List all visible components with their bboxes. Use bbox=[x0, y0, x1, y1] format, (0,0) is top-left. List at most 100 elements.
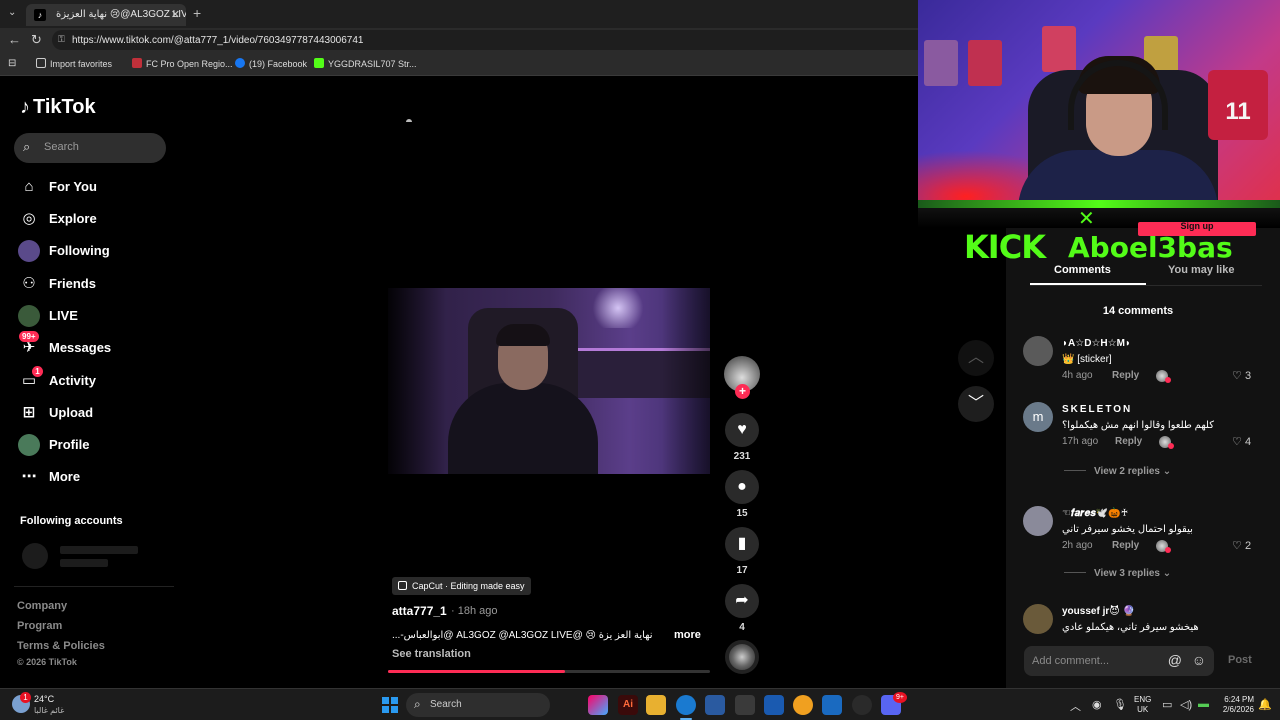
bookmark-label: FC Pro Open Regio... bbox=[146, 59, 233, 69]
taskbar-search[interactable]: ⌕ Search bbox=[406, 693, 550, 717]
nav-live[interactable]: LIVE bbox=[18, 305, 168, 329]
bookmark-fc-pro[interactable]: FC Pro Open Regio... bbox=[132, 58, 233, 69]
bookmark-facebook[interactable]: (19) Facebook bbox=[235, 58, 307, 69]
url-text: https://www.tiktok.com/@atta777_1/video/… bbox=[72, 35, 364, 46]
copilot-icon[interactable] bbox=[588, 695, 608, 715]
search-input[interactable]: ⌕ Search bbox=[14, 133, 166, 163]
capcut-badge[interactable]: CapCut · Editing made easy bbox=[392, 577, 531, 595]
comment-like-button[interactable]: ♡ 2 bbox=[1232, 539, 1251, 552]
view-replies-button[interactable]: View 3 replies ⌄ bbox=[1064, 568, 1171, 579]
tab-title: نهاية العزيزة 😢@AL3GOZ LIVE@ bbox=[56, 9, 186, 20]
comment-author[interactable]: youssef jr😈 🔮 bbox=[1062, 606, 1135, 617]
comment-avatar[interactable] bbox=[1023, 506, 1053, 536]
previous-video-button[interactable]: ︿ bbox=[958, 340, 994, 376]
like-button[interactable]: ♥ bbox=[725, 413, 759, 447]
battery-icon[interactable]: ▬ bbox=[1198, 698, 1209, 710]
nav-activity[interactable]: ▭ 1 Activity bbox=[18, 366, 168, 394]
view-replies-label: View 2 replies bbox=[1094, 466, 1160, 477]
comment-text: هيخشو سيرفر تاني، هيكملو عادي bbox=[1062, 622, 1199, 633]
tiktok-logo[interactable]: ♪ TikTok bbox=[20, 96, 96, 119]
reading-mode-icon[interactable]: ⊟ bbox=[8, 58, 16, 69]
comment-author[interactable]: SKELETON bbox=[1062, 404, 1132, 415]
footer-terms[interactable]: Terms & Policies bbox=[17, 640, 105, 652]
save-button[interactable]: ▮ bbox=[725, 527, 759, 561]
video-author[interactable]: atta777_1 bbox=[392, 604, 447, 618]
site-info-icon[interactable]: ⚿ bbox=[58, 34, 65, 45]
comment-like-button[interactable]: ♡ 3 bbox=[1232, 369, 1251, 382]
refresh-icon[interactable]: ↻ bbox=[31, 32, 42, 48]
comment-avatar[interactable]: m bbox=[1023, 402, 1053, 432]
address-bar[interactable]: ⚿ https://www.tiktok.com/@atta777_1/vide… bbox=[52, 30, 932, 50]
back-icon[interactable]: ← bbox=[8, 32, 21, 47]
tray-overflow-icon[interactable]: ︿ bbox=[1070, 698, 1081, 714]
nav-upload[interactable]: ⊞ Upload bbox=[18, 402, 168, 426]
add-comment-input[interactable]: Add comment... @ ☺ bbox=[1024, 646, 1214, 676]
video-progress-fill bbox=[388, 670, 566, 673]
nav-following[interactable]: Following bbox=[18, 240, 168, 264]
tab-comments[interactable]: Comments bbox=[1054, 264, 1111, 276]
network-icon[interactable]: ▭ bbox=[1162, 698, 1172, 711]
follow-plus-icon[interactable]: + bbox=[735, 384, 750, 399]
app-blue-icon[interactable] bbox=[764, 695, 784, 715]
video-progress-bar[interactable] bbox=[388, 670, 710, 673]
next-video-button[interactable]: ﹀ bbox=[958, 386, 994, 422]
kick-username: Aboel3bas bbox=[1068, 231, 1233, 264]
browser-tab[interactable]: ♪ نهاية العزيزة 😢@AL3GOZ LIVE@ ✕ bbox=[26, 4, 186, 26]
footer-program[interactable]: Program bbox=[17, 620, 62, 632]
live-icon bbox=[18, 305, 40, 327]
reply-button[interactable]: Reply bbox=[1112, 540, 1139, 551]
caption-more-link[interactable]: more bbox=[674, 629, 701, 641]
reply-button[interactable]: Reply bbox=[1112, 370, 1139, 381]
tab-actions-icon[interactable]: ⌄ bbox=[8, 7, 16, 18]
store-icon[interactable] bbox=[705, 695, 725, 715]
capcut-label: CapCut · Editing made easy bbox=[412, 581, 525, 591]
comment-avatar[interactable] bbox=[1023, 604, 1053, 634]
nav-more[interactable]: ⋯ More bbox=[18, 466, 168, 490]
comment-like-button[interactable]: ♡ 4 bbox=[1232, 435, 1251, 448]
obs-icon[interactable] bbox=[852, 695, 872, 715]
video-frame[interactable] bbox=[388, 288, 710, 474]
view-replies-button[interactable]: View 2 replies ⌄ bbox=[1064, 466, 1171, 477]
post-comment-button[interactable]: Post bbox=[1228, 654, 1252, 666]
see-translation-link[interactable]: See translation bbox=[392, 648, 471, 660]
facebook-icon bbox=[235, 58, 245, 68]
creator-liked-avatar bbox=[1156, 540, 1171, 553]
windows-start-icon[interactable] bbox=[382, 697, 398, 713]
nav-friends[interactable]: ⚇ Friends bbox=[18, 273, 168, 297]
taskbar-clock[interactable]: 6:24 PM 2/6/2026 bbox=[1214, 695, 1254, 715]
microphone-icon[interactable]: 🎙 bbox=[1113, 698, 1127, 711]
tab-you-may-like[interactable]: You may like bbox=[1168, 264, 1234, 276]
notification-bell-icon[interactable]: 🔔 bbox=[1258, 698, 1272, 711]
comment-author[interactable]: ◗A☆D☆H☆M◗ bbox=[1062, 338, 1131, 349]
comment-like-count: 2 bbox=[1244, 540, 1252, 552]
comment-author[interactable]: ☜𝒇𝒂𝒓𝒆𝒔🕊️🎃♰ bbox=[1062, 508, 1128, 519]
nav-for-you[interactable]: ⌂ For You bbox=[18, 176, 168, 200]
footer-company[interactable]: Company bbox=[17, 600, 67, 612]
illustrator-icon[interactable]: Ai bbox=[618, 695, 638, 715]
tray-app-icon[interactable]: ◉ bbox=[1092, 698, 1102, 711]
nav-messages[interactable]: ✈ 99+ Messages bbox=[18, 331, 168, 361]
heart-outline-icon: ♡ bbox=[1232, 436, 1242, 448]
language-indicator[interactable]: ENG UK bbox=[1134, 695, 1151, 715]
emoji-icon[interactable]: ☺ bbox=[1192, 652, 1206, 668]
temperature[interactable]: 24°C bbox=[34, 694, 54, 704]
new-tab-icon[interactable]: + bbox=[193, 5, 201, 21]
nav-profile[interactable]: Profile bbox=[18, 434, 168, 458]
bookmark-import-favorites[interactable]: Import favorites bbox=[36, 58, 112, 69]
vscode-icon[interactable] bbox=[822, 695, 842, 715]
mention-icon[interactable]: @ bbox=[1168, 652, 1182, 668]
file-explorer-icon[interactable] bbox=[646, 695, 666, 715]
reply-button[interactable]: Reply bbox=[1115, 436, 1142, 447]
edge-icon[interactable] bbox=[676, 695, 696, 715]
loading-spinner bbox=[406, 119, 412, 122]
comment-button[interactable]: ● bbox=[725, 470, 759, 504]
app-cube-icon[interactable] bbox=[735, 695, 755, 715]
bookmark-yggdrasil[interactable]: YGGDRASIL707 Str... bbox=[314, 58, 417, 69]
music-disc-icon[interactable] bbox=[725, 640, 759, 674]
nav-explore[interactable]: ◎ Explore bbox=[18, 208, 168, 232]
comment-avatar[interactable] bbox=[1023, 336, 1053, 366]
share-button[interactable]: ➦ bbox=[725, 584, 759, 618]
volume-icon[interactable]: ◁) bbox=[1180, 698, 1192, 711]
app-orange-icon[interactable] bbox=[793, 695, 813, 715]
tab-close-icon[interactable]: ✕ bbox=[171, 8, 180, 21]
